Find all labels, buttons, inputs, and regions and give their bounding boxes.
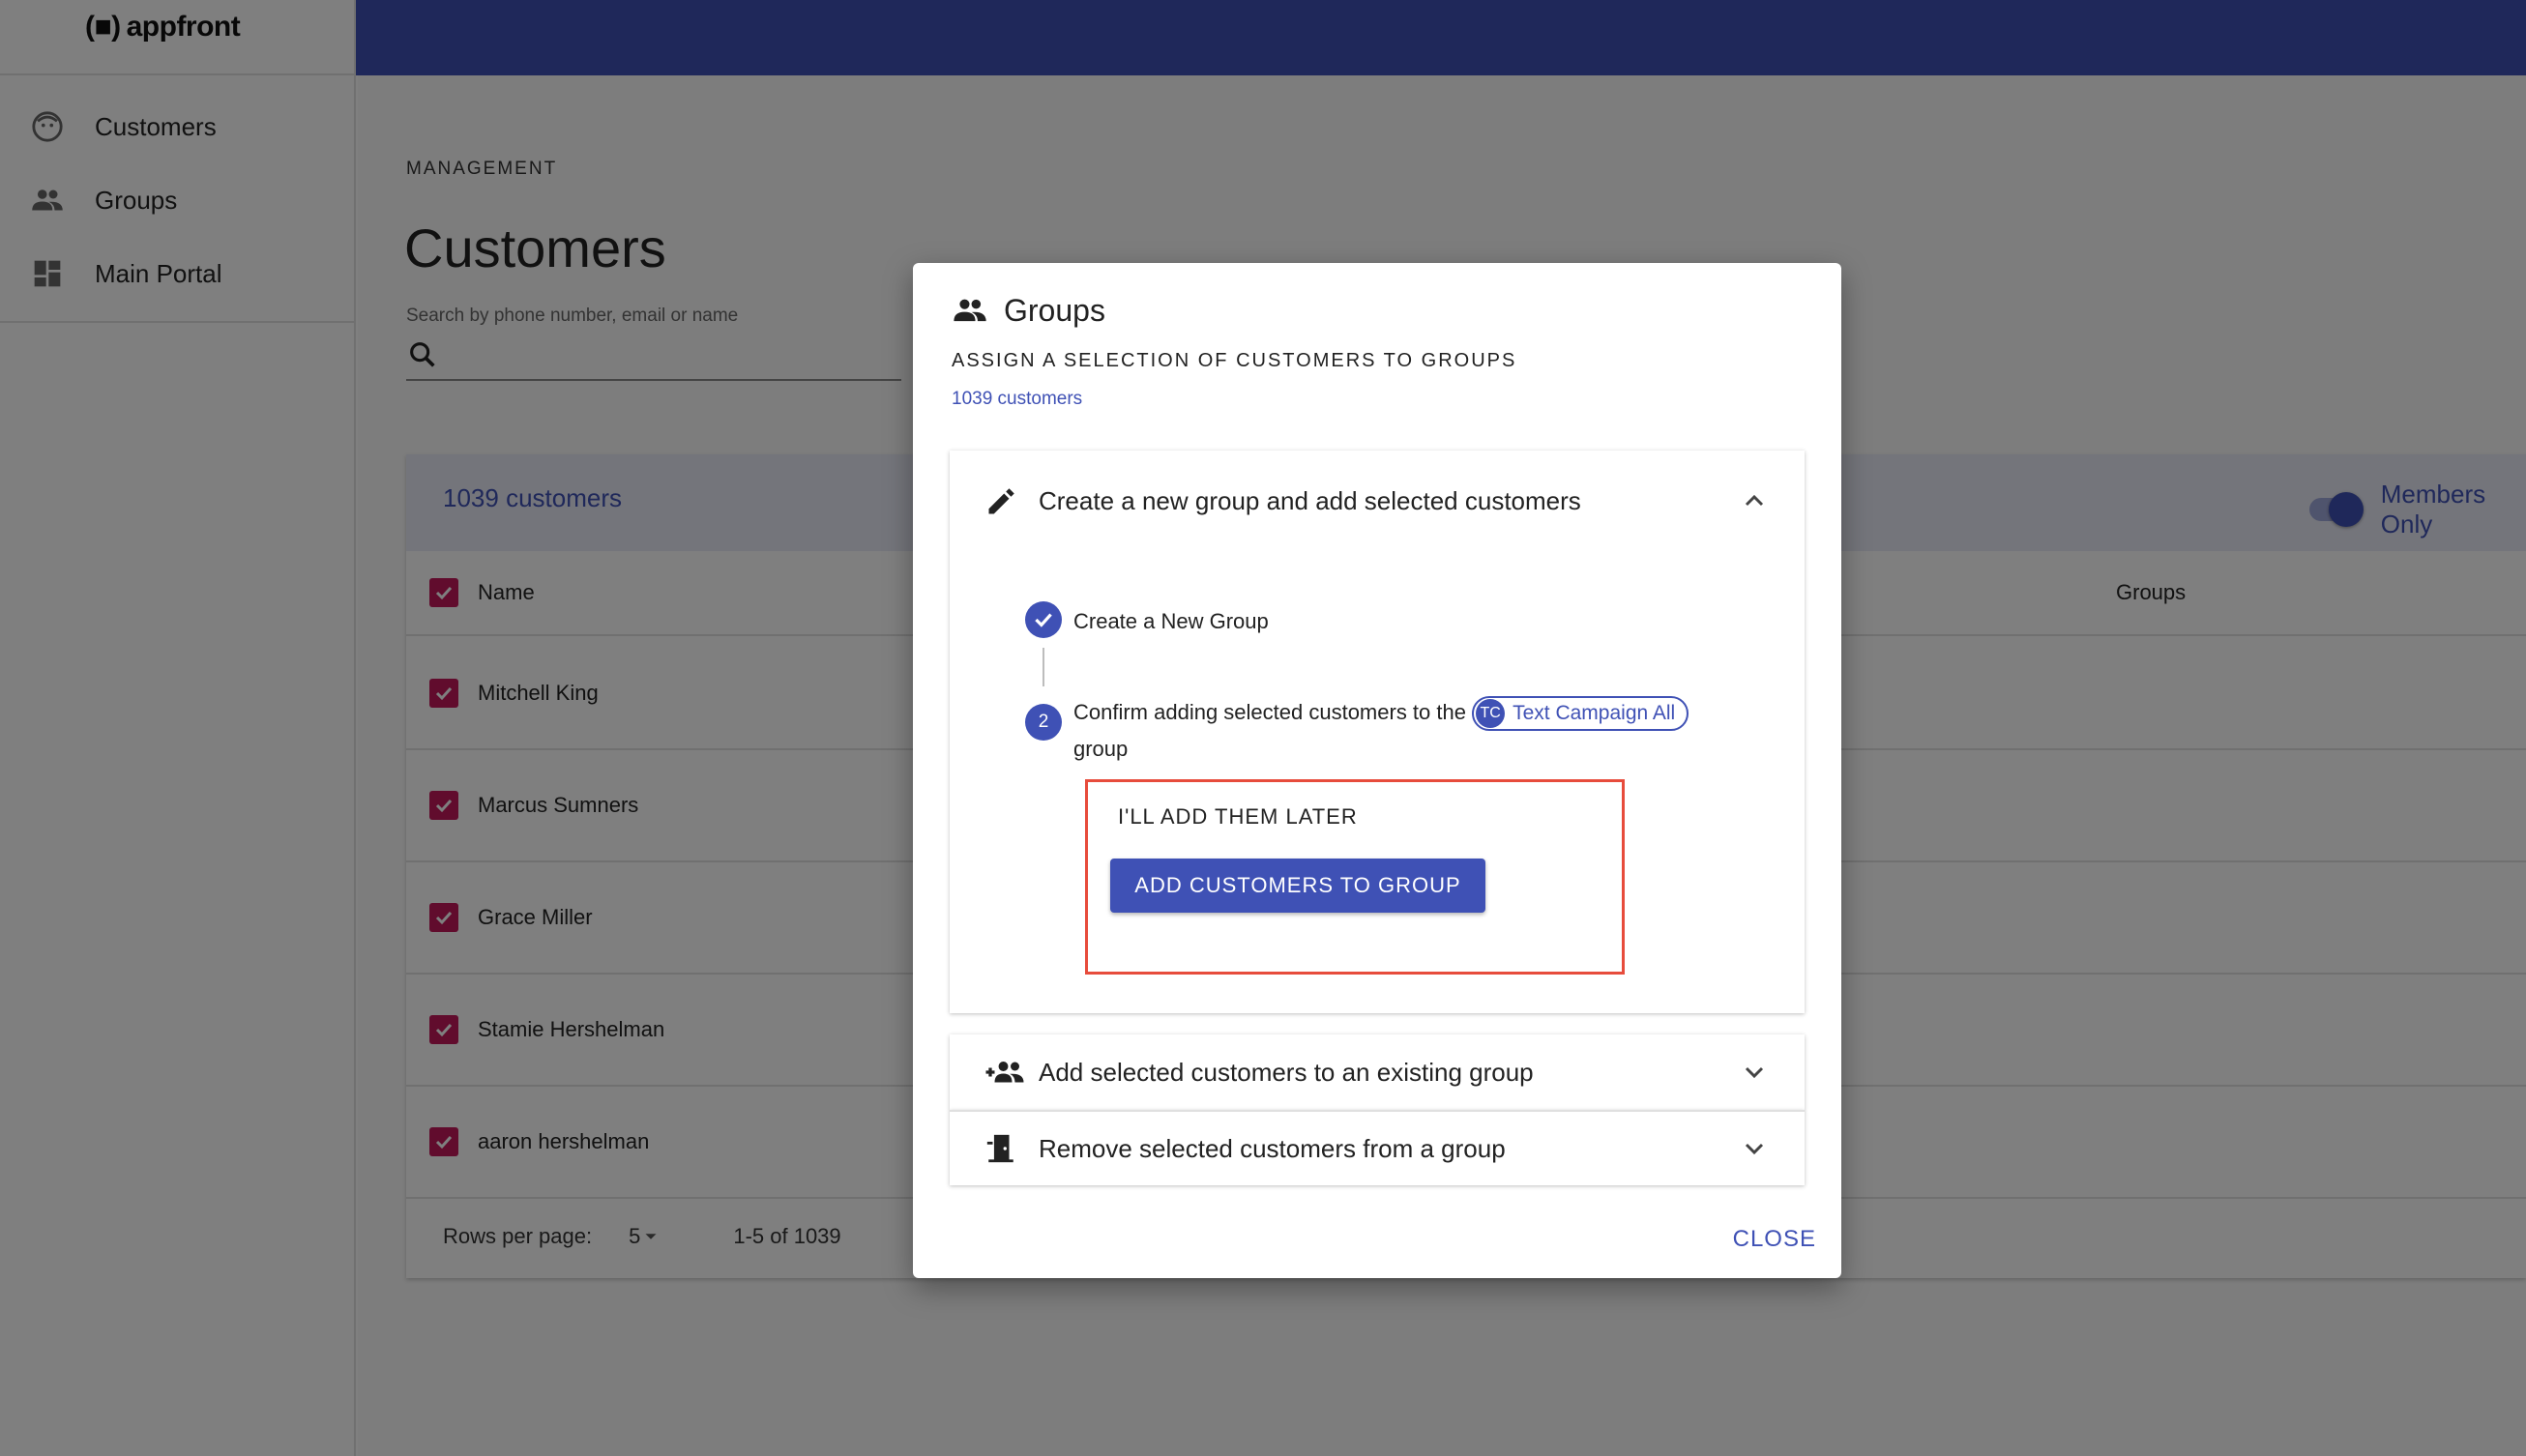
close-button[interactable]: CLOSE xyxy=(1733,1226,1816,1253)
panel-add-existing-group-title: Add selected customers to an existing gr… xyxy=(1039,1057,1534,1087)
panel-add-existing-group-header[interactable]: Add selected customers to an existing gr… xyxy=(950,1034,1805,1110)
dialog-customer-count: 1039 customers xyxy=(952,389,1083,409)
panel-remove-from-group-header[interactable]: Remove selected customers from a group xyxy=(950,1112,1805,1185)
step-1-complete-icon xyxy=(1025,601,1062,638)
pencil-icon xyxy=(984,483,1039,518)
panel-create-group-header[interactable]: Create a new group and add selected cust… xyxy=(950,451,1805,551)
step-connector xyxy=(1043,648,1044,686)
group-add-icon xyxy=(984,1056,1039,1089)
people-icon xyxy=(952,292,988,329)
add-later-button[interactable]: I'LL ADD THEM LATER xyxy=(1118,804,1358,830)
chevron-down-icon[interactable] xyxy=(1739,1057,1770,1088)
panel-create-group: Create a new group and add selected cust… xyxy=(950,451,1805,1013)
panel-remove-from-group-title: Remove selected customers from a group xyxy=(1039,1133,1506,1163)
group-chip-label: Text Campaign All xyxy=(1513,702,1676,725)
step-2-indicator: 2 xyxy=(1025,704,1062,741)
chevron-down-icon[interactable] xyxy=(1739,1133,1770,1164)
groups-dialog: Groups ASSIGN A SELECTION OF CUSTOMERS T… xyxy=(913,263,1841,1278)
dialog-subtitle: ASSIGN A SELECTION OF CUSTOMERS TO GROUP… xyxy=(952,350,1517,371)
app-root: (■) appfront Customers Groups Main Porta… xyxy=(0,0,2526,1456)
add-customers-to-group-button[interactable]: ADD CUSTOMERS TO GROUP xyxy=(1110,859,1485,913)
panel-create-group-title: Create a new group and add selected cust… xyxy=(1039,485,1581,515)
group-chip-avatar: TC xyxy=(1476,699,1506,729)
step-2-label: Confirm adding selected customers to the… xyxy=(1073,694,1750,768)
chevron-up-icon[interactable] xyxy=(1739,485,1770,516)
step-1-label: Create a New Group xyxy=(1073,609,1269,633)
dialog-title: Groups xyxy=(952,292,1105,329)
exit-door-icon xyxy=(984,1132,1039,1165)
step-2-text-before: Confirm adding selected customers to the xyxy=(1073,700,1466,724)
panel-remove-from-group: Remove selected customers from a group xyxy=(950,1110,1805,1185)
step-2-text-after: group xyxy=(1073,737,1129,762)
panel-add-existing-group: Add selected customers to an existing gr… xyxy=(950,1034,1805,1110)
dialog-title-text: Groups xyxy=(1004,292,1105,328)
group-chip: TC Text Campaign All xyxy=(1472,696,1689,732)
